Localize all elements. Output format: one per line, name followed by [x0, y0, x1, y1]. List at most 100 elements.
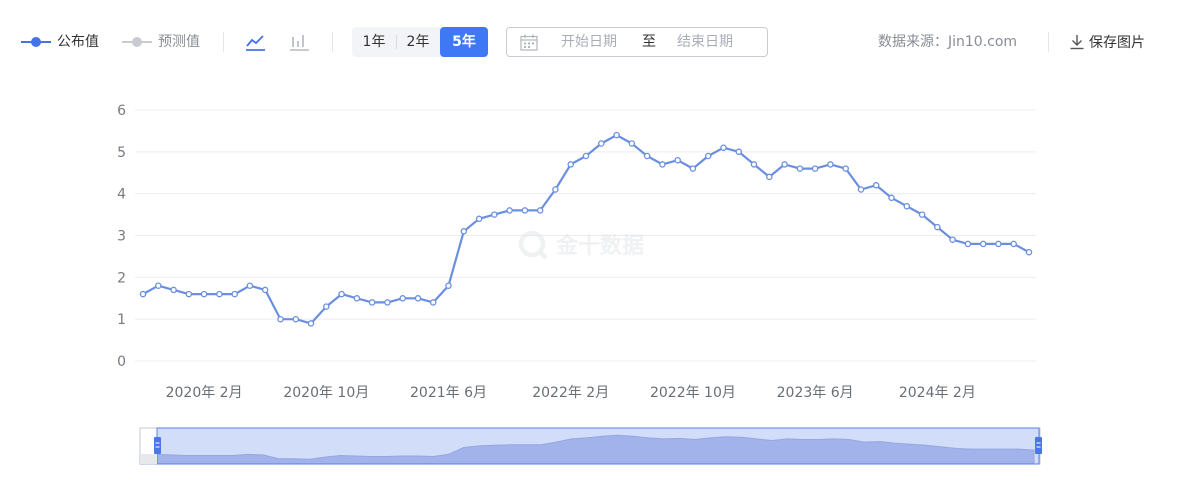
x-axis: 2020年 2月 2020年 10月 2021年 6月 2022年 2月 2022年 1…: [166, 385, 976, 401]
data-point: [872, 182, 880, 189]
data-point: [536, 207, 544, 214]
data-point: [811, 165, 819, 172]
data-point: [307, 320, 315, 327]
data-point: [475, 215, 483, 223]
data-point: [261, 286, 269, 294]
zoom-slider[interactable]: [139, 427, 1042, 465]
toolbar-divider: [1048, 32, 1049, 52]
download-icon: [1070, 35, 1084, 50]
data-point: [414, 295, 422, 302]
data-point: [429, 299, 437, 306]
zoom-unselected-area: [140, 454, 157, 464]
data-point: [949, 236, 956, 243]
legend-forecast-label: 预测值: [158, 34, 200, 50]
data-point: [552, 186, 559, 193]
range-selector: 1年 2年 5年: [352, 27, 488, 57]
y-axis: 0 1 2 3 4 5 6: [117, 103, 126, 370]
data-point: [521, 207, 529, 214]
data-point: [1010, 240, 1017, 248]
data-point: [246, 282, 254, 289]
y-tick-label: 0: [117, 354, 126, 370]
line-chart: 0 1 2 3 4 5 6 2020年 2月 2020年 10月 2021年 6月 2022年 2…: [117, 103, 1042, 465]
save-image-label: 保存图片: [1089, 35, 1145, 51]
data-point: [720, 144, 727, 151]
x-tick-label: 2022年 10月: [650, 385, 736, 401]
data-point: [185, 290, 193, 298]
y-tick-label: 5: [117, 145, 126, 161]
data-point: [750, 161, 758, 168]
data-point: [964, 240, 972, 248]
data-point: [155, 282, 162, 289]
date-separator: 至: [642, 34, 656, 50]
data-point: [506, 207, 513, 214]
x-tick-label: 2022年 2月: [532, 385, 609, 401]
data-point: [766, 173, 773, 181]
line-chart-button[interactable]: [244, 30, 268, 54]
data-point: [353, 295, 361, 302]
data-point: [368, 299, 376, 306]
data-point: [735, 148, 743, 156]
y-tick-label: 2: [117, 270, 126, 286]
data-point: [445, 282, 452, 289]
data-point: [277, 315, 284, 323]
legend-forecast[interactable]: 预测值: [122, 32, 200, 52]
y-tick-label: 1: [117, 312, 126, 328]
data-point: [903, 202, 911, 210]
data-point: [842, 165, 849, 172]
data-point: [888, 194, 895, 202]
data-point: [384, 299, 391, 306]
data-source-label: 数据来源：Jin10.com: [878, 34, 1018, 50]
data-points: [139, 131, 1033, 327]
data-point: [827, 161, 834, 168]
zoom-left-handle[interactable]: [154, 437, 161, 454]
data-point: [216, 290, 223, 298]
legend-published[interactable]: 公布值: [21, 32, 99, 52]
y-tick-label: 6: [117, 103, 126, 119]
data-point: [689, 165, 697, 172]
calendar-icon: [520, 34, 538, 51]
bar-chart-button[interactable]: [288, 30, 312, 54]
data-point: [200, 290, 208, 298]
watermark-text: 金十数据: [555, 233, 644, 259]
zoom-right-handle[interactable]: [1035, 437, 1042, 454]
data-point: [659, 161, 666, 168]
end-date-input[interactable]: 结束日期: [677, 28, 733, 56]
range-5y-button[interactable]: 5年: [440, 27, 488, 57]
data-point: [139, 290, 147, 298]
x-tick-label: 2024年 2月: [899, 385, 976, 401]
y-tick-label: 4: [117, 187, 126, 203]
data-point: [995, 240, 1002, 248]
data-point: [170, 286, 177, 294]
data-point: [674, 156, 681, 164]
data-point: [781, 161, 788, 168]
data-point: [292, 315, 300, 323]
zoom-selection[interactable]: [156, 427, 1040, 465]
watermark-logo-icon: [518, 230, 548, 260]
data-point: [460, 228, 468, 235]
data-point: [1025, 248, 1033, 256]
chart-toolbar: 公布值 预测值 1年 2年 5年 开始日期 至 结束日期 数据来源：Jin10.…: [0, 0, 1183, 84]
data-point: [979, 240, 987, 248]
date-range-picker[interactable]: 开始日期 至 结束日期: [506, 27, 768, 57]
data-point: [628, 140, 636, 147]
toolbar-divider: [223, 32, 224, 52]
data-point: [582, 152, 590, 160]
range-1y-button[interactable]: 1年: [352, 27, 396, 57]
data-point: [613, 131, 620, 139]
data-point: [338, 290, 345, 298]
save-image-button[interactable]: 保存图片: [1069, 30, 1145, 54]
x-tick-label: 2021年 6月: [410, 385, 487, 401]
data-point: [323, 303, 330, 310]
data-point: [231, 290, 238, 298]
x-tick-label: 2020年 2月: [166, 385, 243, 401]
y-tick-label: 3: [117, 229, 126, 245]
toolbar-divider: [332, 32, 333, 52]
data-point: [598, 140, 605, 147]
start-date-input[interactable]: 开始日期: [561, 28, 617, 56]
published-line-icon: [21, 36, 51, 48]
data-point: [704, 152, 712, 160]
range-2y-button[interactable]: 2年: [396, 27, 440, 57]
x-tick-label: 2020年 10月: [283, 385, 369, 401]
data-point: [918, 211, 926, 218]
data-point: [491, 211, 498, 218]
